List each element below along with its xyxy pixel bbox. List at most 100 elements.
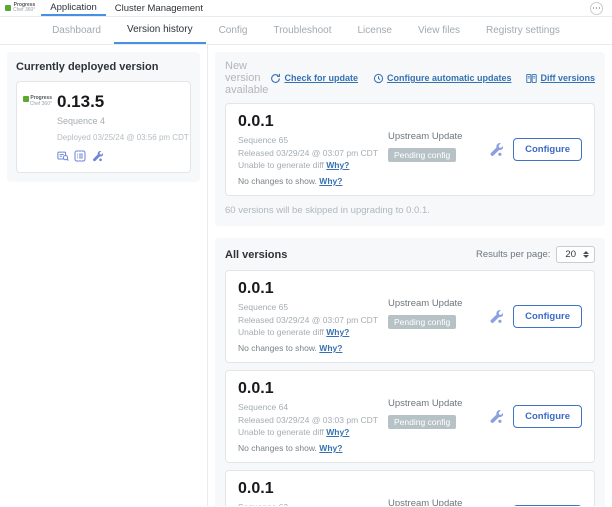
app-mini-logo: Progress Chef 360° <box>25 92 52 162</box>
status-badge: Pending config <box>388 415 456 429</box>
version-sequence: Sequence 64 <box>238 402 388 412</box>
logo-line2: Chef 360° <box>30 101 52 107</box>
list-icon[interactable] <box>74 150 86 162</box>
changes-note: No changes to show. <box>238 443 317 453</box>
new-version-card-slot: 0.0.1 Sequence 65 Released 03/29/24 @ 03… <box>225 103 595 196</box>
changes-why-link[interactable]: Why? <box>319 343 342 353</box>
app-subnav: Dashboard Version history Config Trouble… <box>0 17 612 45</box>
stepper-arrows-icon <box>583 251 589 259</box>
columns-diff-icon <box>526 73 537 84</box>
diff-note-line: Unable to generate diff Why? <box>238 327 388 337</box>
file-search-icon[interactable] <box>57 150 69 162</box>
deployed-sequence: Sequence 4 <box>57 116 182 126</box>
version-row: 0.0.1 Sequence 63 Released 03/29/24 @ 02… <box>225 470 595 506</box>
subnav-item-license[interactable]: License <box>344 17 404 44</box>
version-number: 0.0.1 <box>238 280 388 298</box>
deployed-version-number: 0.13.5 <box>57 92 182 112</box>
version-row: 0.0.1 Sequence 64 Released 03/29/24 @ 03… <box>225 370 595 463</box>
app-logo[interactable]: Progress Chef 360° <box>5 0 41 16</box>
diff-note-line: Unable to generate diff Why? <box>238 427 388 437</box>
configure-automatic-updates-label: Configure automatic updates <box>387 73 512 83</box>
deployed-action-icons <box>57 150 182 162</box>
refresh-icon <box>270 73 281 84</box>
status-badge: Pending config <box>388 315 456 329</box>
diff-versions-label: Diff versions <box>540 73 595 83</box>
ellipsis-menu-icon[interactable] <box>590 2 603 15</box>
version-info: 0.0.1 Sequence 65 Released 03/29/24 @ 03… <box>238 280 388 353</box>
version-source-block: Upstream Update Pending config <box>388 480 488 506</box>
diff-note: Unable to generate diff <box>238 160 324 170</box>
changes-note-line: No changes to show. Why? <box>238 343 388 353</box>
skip-note: 60 versions will be skipped in upgrading… <box>225 205 595 216</box>
version-info: 0.0.1 Sequence 65 Released 03/29/24 @ 03… <box>238 113 388 186</box>
currently-deployed-title: Currently deployed version <box>16 61 191 73</box>
version-source: Upstream Update <box>388 498 488 506</box>
all-versions-panel: All versions Results per page: 20 0.0.1 … <box>215 238 605 506</box>
deployed-version-card: Progress Chef 360° 0.13.5 Sequence 4 Dep… <box>16 81 191 173</box>
app-header: Progress Chef 360° Application Cluster M… <box>0 0 612 17</box>
wrench-icon[interactable] <box>488 142 503 157</box>
subnav-item-version-history[interactable]: Version history <box>114 17 206 44</box>
subnav-item-dashboard[interactable]: Dashboard <box>39 17 114 44</box>
subnav-item-troubleshoot[interactable]: Troubleshoot <box>260 17 344 44</box>
clock-rotate-icon <box>373 73 384 84</box>
diff-why-link[interactable]: Why? <box>326 160 349 170</box>
versions-column: New version available Check for update C… <box>208 45 612 506</box>
changes-note: No changes to show. <box>238 343 317 353</box>
diff-versions-link[interactable]: Diff versions <box>526 73 595 84</box>
version-released: Released 03/29/24 @ 03:07 pm CDT <box>238 148 388 158</box>
subnav-item-registry-settings[interactable]: Registry settings <box>473 17 573 44</box>
results-per-page-value: 20 <box>565 249 576 260</box>
version-info: 0.0.1 Sequence 63 Released 03/29/24 @ 02… <box>238 480 388 506</box>
subnav-item-view-files[interactable]: View files <box>405 17 473 44</box>
version-actions: Configure <box>488 138 582 161</box>
check-for-update-link[interactable]: Check for update <box>270 73 358 84</box>
tab-application[interactable]: Application <box>41 0 105 16</box>
subnav-item-config[interactable]: Config <box>206 17 261 44</box>
check-for-update-label: Check for update <box>284 73 358 83</box>
version-sequence: Sequence 65 <box>238 135 388 145</box>
update-actions: Check for update Configure automatic upd… <box>270 73 595 84</box>
tab-cluster-management[interactable]: Cluster Management <box>106 0 212 16</box>
version-number: 0.0.1 <box>238 113 388 131</box>
diff-why-link[interactable]: Why? <box>326 327 349 337</box>
diff-why-link[interactable]: Why? <box>326 427 349 437</box>
changes-why-link[interactable]: Why? <box>319 443 342 453</box>
diff-note: Unable to generate diff <box>238 327 324 337</box>
wrench-icon[interactable] <box>91 150 103 162</box>
configure-automatic-updates-link[interactable]: Configure automatic updates <box>373 73 512 84</box>
configure-button[interactable]: Configure <box>513 138 582 161</box>
results-per-page-select[interactable]: 20 <box>556 246 595 263</box>
page-content: Currently deployed version Progress Chef… <box>0 45 612 506</box>
wrench-icon[interactable] <box>488 409 503 424</box>
status-badge: Pending config <box>388 148 456 162</box>
configure-button[interactable]: Configure <box>513 405 582 428</box>
changes-note-line: No changes to show. Why? <box>238 176 388 186</box>
version-number: 0.0.1 <box>238 380 388 398</box>
version-source: Upstream Update <box>388 131 488 142</box>
currently-deployed-panel: Currently deployed version Progress Chef… <box>7 52 200 182</box>
results-per-page-label: Results per page: <box>476 249 550 260</box>
version-released: Released 03/29/24 @ 03:07 pm CDT <box>238 315 388 325</box>
diff-note-line: Unable to generate diff Why? <box>238 160 388 170</box>
configure-button[interactable]: Configure <box>513 505 582 506</box>
new-version-title: New version available <box>225 60 270 96</box>
changes-note-line: No changes to show. Why? <box>238 443 388 453</box>
version-info: 0.0.1 Sequence 64 Released 03/29/24 @ 03… <box>238 380 388 453</box>
wrench-icon[interactable] <box>488 309 503 324</box>
version-released: Released 03/29/24 @ 03:03 pm CDT <box>238 415 388 425</box>
version-row: 0.0.1 Sequence 65 Released 03/29/24 @ 03… <box>225 103 595 196</box>
logo-line2: Chef 360° <box>13 8 35 14</box>
diff-note: Unable to generate diff <box>238 427 324 437</box>
version-row: 0.0.1 Sequence 65 Released 03/29/24 @ 03… <box>225 270 595 363</box>
new-version-panel: New version available Check for update C… <box>215 52 605 226</box>
deployed-timestamp: Deployed 03/25/24 @ 03:56 pm CDT <box>57 133 182 142</box>
version-sequence: Sequence 63 <box>238 502 388 506</box>
changes-why-link[interactable]: Why? <box>319 176 342 186</box>
all-versions-title: All versions <box>225 249 287 261</box>
all-versions-rows: 0.0.1 Sequence 65 Released 03/29/24 @ 03… <box>225 270 595 506</box>
version-source-block: Upstream Update Pending config <box>388 380 488 430</box>
version-actions: Configure <box>488 505 582 506</box>
configure-button[interactable]: Configure <box>513 305 582 328</box>
version-actions: Configure <box>488 405 582 428</box>
